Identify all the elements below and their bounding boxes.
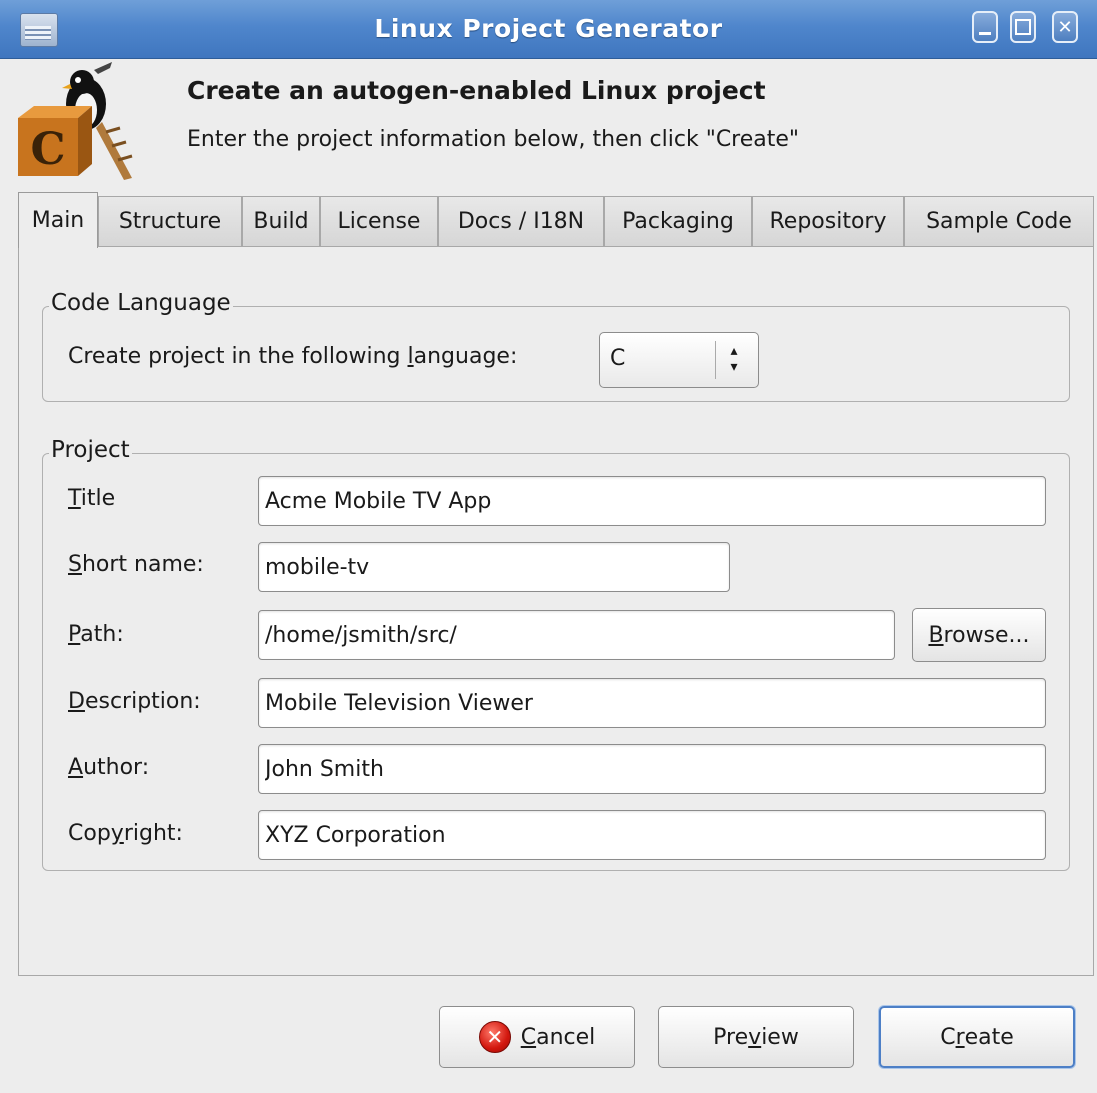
short-name-field[interactable] xyxy=(258,542,730,592)
tab-build[interactable]: Build xyxy=(242,196,320,246)
project-legend: Project xyxy=(49,437,132,463)
cancel-icon: ✕ xyxy=(478,1021,511,1053)
description-label: Description: xyxy=(68,689,201,714)
copyright-field[interactable] xyxy=(258,810,1046,860)
close-button[interactable]: ✕ xyxy=(1052,11,1078,43)
minimize-button[interactable] xyxy=(972,11,998,43)
tab-structure[interactable]: Structure xyxy=(98,196,242,246)
penguin-logo: C xyxy=(18,62,133,180)
copyright-label: Copyright: xyxy=(68,821,183,846)
short-name-label: Short name: xyxy=(68,552,204,577)
language-select[interactable]: C ▴ ▾ xyxy=(599,332,759,388)
author-label: Author: xyxy=(68,755,150,780)
close-icon: ✕ xyxy=(1057,16,1073,38)
logo-letter: C xyxy=(30,124,65,175)
title-label: Title xyxy=(68,486,116,511)
tab-repository[interactable]: Repository xyxy=(752,196,904,246)
cancel-button[interactable]: ✕ Cancel xyxy=(439,1006,635,1068)
description-field[interactable] xyxy=(258,678,1046,728)
minimize-icon xyxy=(974,13,996,41)
tab-docs-i18n[interactable]: Docs / I18N xyxy=(438,196,604,246)
page-heading: Create an autogen-enabled Linux project xyxy=(187,76,766,105)
browse-button[interactable]: Browse... xyxy=(912,608,1046,662)
path-field[interactable] xyxy=(258,610,895,660)
create-button[interactable]: Cr eate xyxy=(879,1006,1075,1068)
tab-main[interactable]: Main xyxy=(18,192,98,248)
spin-arrows-icon: ▴ ▾ xyxy=(730,343,738,375)
code-language-legend: Code Language xyxy=(49,290,233,316)
app-window: Linux Project Generator ✕ C Create an au… xyxy=(0,0,1097,1093)
title-bar[interactable]: Linux Project Generator ✕ xyxy=(0,0,1097,59)
language-label: Create project in the following language… xyxy=(68,344,518,369)
maximize-button[interactable] xyxy=(1010,11,1036,43)
preview-button[interactable]: Pre v iew xyxy=(658,1006,854,1068)
author-field[interactable] xyxy=(258,744,1046,794)
path-label: Path: xyxy=(68,622,124,647)
tab-sample-code[interactable]: Sample Code xyxy=(904,196,1094,246)
language-select-value: C xyxy=(610,346,626,371)
title-field[interactable] xyxy=(258,476,1046,526)
tab-license[interactable]: License xyxy=(320,196,438,246)
maximize-icon xyxy=(1012,13,1034,41)
window-title: Linux Project Generator xyxy=(374,14,723,43)
page-subheading: Enter the project information below, the… xyxy=(187,127,800,152)
tab-packaging[interactable]: Packaging xyxy=(604,196,752,246)
